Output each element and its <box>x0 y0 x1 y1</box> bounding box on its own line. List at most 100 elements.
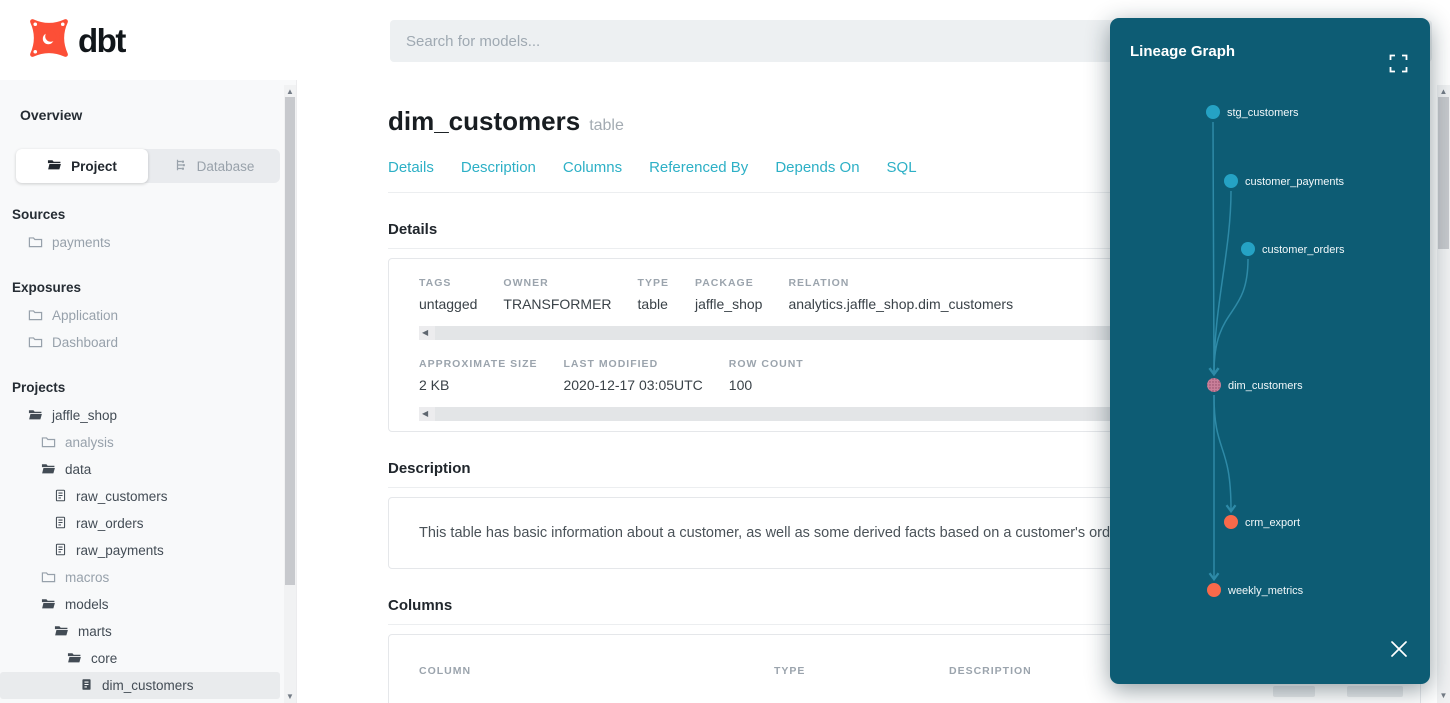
toggle-project[interactable]: Project <box>16 149 148 183</box>
field-value: 100 <box>729 377 804 393</box>
dbt-logo-mark-icon <box>27 16 71 65</box>
detail-field-last-modified: LAST MODIFIED 2020-12-17 03:05UTC <box>563 358 702 393</box>
scroll-up-icon[interactable]: ▲ <box>284 87 296 96</box>
field-label: APPROXIMATE SIZE <box>419 358 537 370</box>
sidebar-item-analysis[interactable]: analysis <box>0 429 280 456</box>
sidebar-item-label: models <box>65 597 109 612</box>
lineage-node-dim-customers[interactable] <box>1207 378 1221 392</box>
detail-field-relation: RELATION analytics.jaffle_shop.dim_custom… <box>788 277 1013 312</box>
field-value: table <box>638 296 669 312</box>
sidebar-item-raw-customers[interactable]: raw_customers <box>0 483 280 510</box>
field-value: 2020-12-17 03:05UTC <box>563 377 702 393</box>
scroll-left-icon[interactable]: ◀ <box>422 409 428 418</box>
file-solid-icon <box>80 677 93 695</box>
field-label: LAST MODIFIED <box>563 358 702 370</box>
lineage-edge <box>1213 122 1214 373</box>
tab-columns[interactable]: Columns <box>563 159 622 176</box>
field-label: TYPE <box>638 277 669 289</box>
sidebar-item-overview[interactable]: Overview <box>20 107 296 123</box>
sidebar-item-payments[interactable]: payments <box>0 229 280 256</box>
scroll-up-icon[interactable]: ▲ <box>1437 87 1450 96</box>
sidebar-item-marts[interactable]: marts <box>0 618 280 645</box>
sidebar-scrollbar-thumb[interactable] <box>285 97 295 585</box>
sidebar-item-label: jaffle_shop <box>52 408 117 423</box>
lineage-edge <box>1214 259 1248 373</box>
field-label: PACKAGE <box>695 277 762 289</box>
sidebar-item-label: marts <box>78 624 112 639</box>
file-icon <box>54 488 67 506</box>
sidebar-item-label: raw_orders <box>76 516 144 531</box>
folder-open-icon <box>41 461 56 479</box>
sidebar-nav: SourcespaymentsExposuresApplicationDashb… <box>0 207 296 703</box>
lineage-node-customer-payments[interactable] <box>1224 174 1238 188</box>
column-header-column: COLUMN <box>419 665 774 677</box>
db-tree-icon <box>174 158 188 175</box>
sidebar-item-fct-orders[interactable]: fct_orders <box>0 699 280 703</box>
field-label: ROW COUNT <box>729 358 804 370</box>
sidebar-item-label: core <box>91 651 117 666</box>
sidebar-item-raw-orders[interactable]: raw_orders <box>0 510 280 537</box>
sidebar-item-dim-customers[interactable]: dim_customers <box>0 672 280 699</box>
tab-depends-on[interactable]: Depends On <box>775 159 859 176</box>
main-scrollbar[interactable]: ▲ ▼ <box>1437 85 1450 703</box>
close-icon[interactable] <box>1388 638 1410 660</box>
scroll-down-icon[interactable]: ▼ <box>284 692 296 701</box>
scroll-down-icon[interactable]: ▼ <box>1437 691 1450 700</box>
file-icon <box>54 542 67 560</box>
lineage-edge <box>1214 395 1231 510</box>
folder-icon <box>41 434 56 452</box>
sidebar-item-raw-payments[interactable]: raw_payments <box>0 537 280 564</box>
sidebar-item-data[interactable]: data <box>0 456 280 483</box>
column-header-type: TYPE <box>774 665 949 677</box>
scroll-left-icon[interactable]: ◀ <box>422 328 428 337</box>
sidebar-scrollbar[interactable]: ▲ ▼ <box>284 85 296 703</box>
description-text: This table has basic information about a… <box>419 525 1130 541</box>
fullscreen-icon[interactable] <box>1389 54 1408 73</box>
tab-referenced-by[interactable]: Referenced By <box>649 159 748 176</box>
folder-open-icon <box>67 650 82 668</box>
file-icon <box>54 515 67 533</box>
tab-description[interactable]: Description <box>461 159 536 176</box>
sidebar-item-label: Application <box>52 308 118 323</box>
sidebar-item-label: payments <box>52 235 111 250</box>
sidebar-item-jaffle-shop[interactable]: jaffle_shop <box>0 402 280 429</box>
field-value: jaffle_shop <box>695 296 762 312</box>
detail-field-row-count: ROW COUNT 100 <box>729 358 804 393</box>
lineage-node-stg-customers[interactable] <box>1206 105 1220 119</box>
field-value: analytics.jaffle_shop.dim_customers <box>788 296 1013 312</box>
sidebar-item-label: raw_customers <box>76 489 168 504</box>
tab-sql[interactable]: SQL <box>887 159 917 176</box>
sidebar-item-macros[interactable]: macros <box>0 564 280 591</box>
sidebar-item-dashboard[interactable]: Dashboard <box>0 329 280 356</box>
folder-icon <box>28 307 43 325</box>
field-label: RELATION <box>788 277 1013 289</box>
lineage-node-label: weekly_metrics <box>1227 585 1304 597</box>
sidebar-item-core[interactable]: core <box>0 645 280 672</box>
lineage-node-label: stg_customers <box>1227 107 1299 119</box>
main-scrollbar-thumb[interactable] <box>1438 97 1449 249</box>
sidebar-item-label: data <box>65 462 91 477</box>
toggle-database[interactable]: Database <box>148 149 280 183</box>
model-type-label: table <box>589 117 624 134</box>
dbt-logo[interactable]: dbt <box>27 16 125 65</box>
lineage-node-label: dim_customers <box>1228 380 1303 392</box>
tab-details[interactable]: Details <box>388 159 434 176</box>
folder-open-icon <box>41 596 56 614</box>
detail-field-package: PACKAGE jaffle_shop <box>695 277 762 312</box>
field-label: OWNER <box>503 277 611 289</box>
folder-open-icon <box>54 623 69 641</box>
lineage-node-weekly-metrics[interactable] <box>1207 583 1221 597</box>
folder-open-icon <box>47 157 62 175</box>
detail-field-type: TYPE table <box>638 277 669 312</box>
folder-icon <box>41 569 56 587</box>
sidebar-item-application[interactable]: Application <box>0 302 280 329</box>
partial-table-element <box>1347 686 1403 697</box>
nav-group-title-projects: Projects <box>12 380 296 395</box>
lineage-node-crm-export[interactable] <box>1224 515 1238 529</box>
sidebar-item-models[interactable]: models <box>0 591 280 618</box>
lineage-node-customer-orders[interactable] <box>1241 242 1255 256</box>
detail-field-tags: TAGSuntagged <box>419 277 477 312</box>
lineage-graph-title: Lineage Graph <box>1130 43 1235 60</box>
dbt-logo-text: dbt <box>78 22 125 60</box>
sidebar-item-label: Dashboard <box>52 335 118 350</box>
